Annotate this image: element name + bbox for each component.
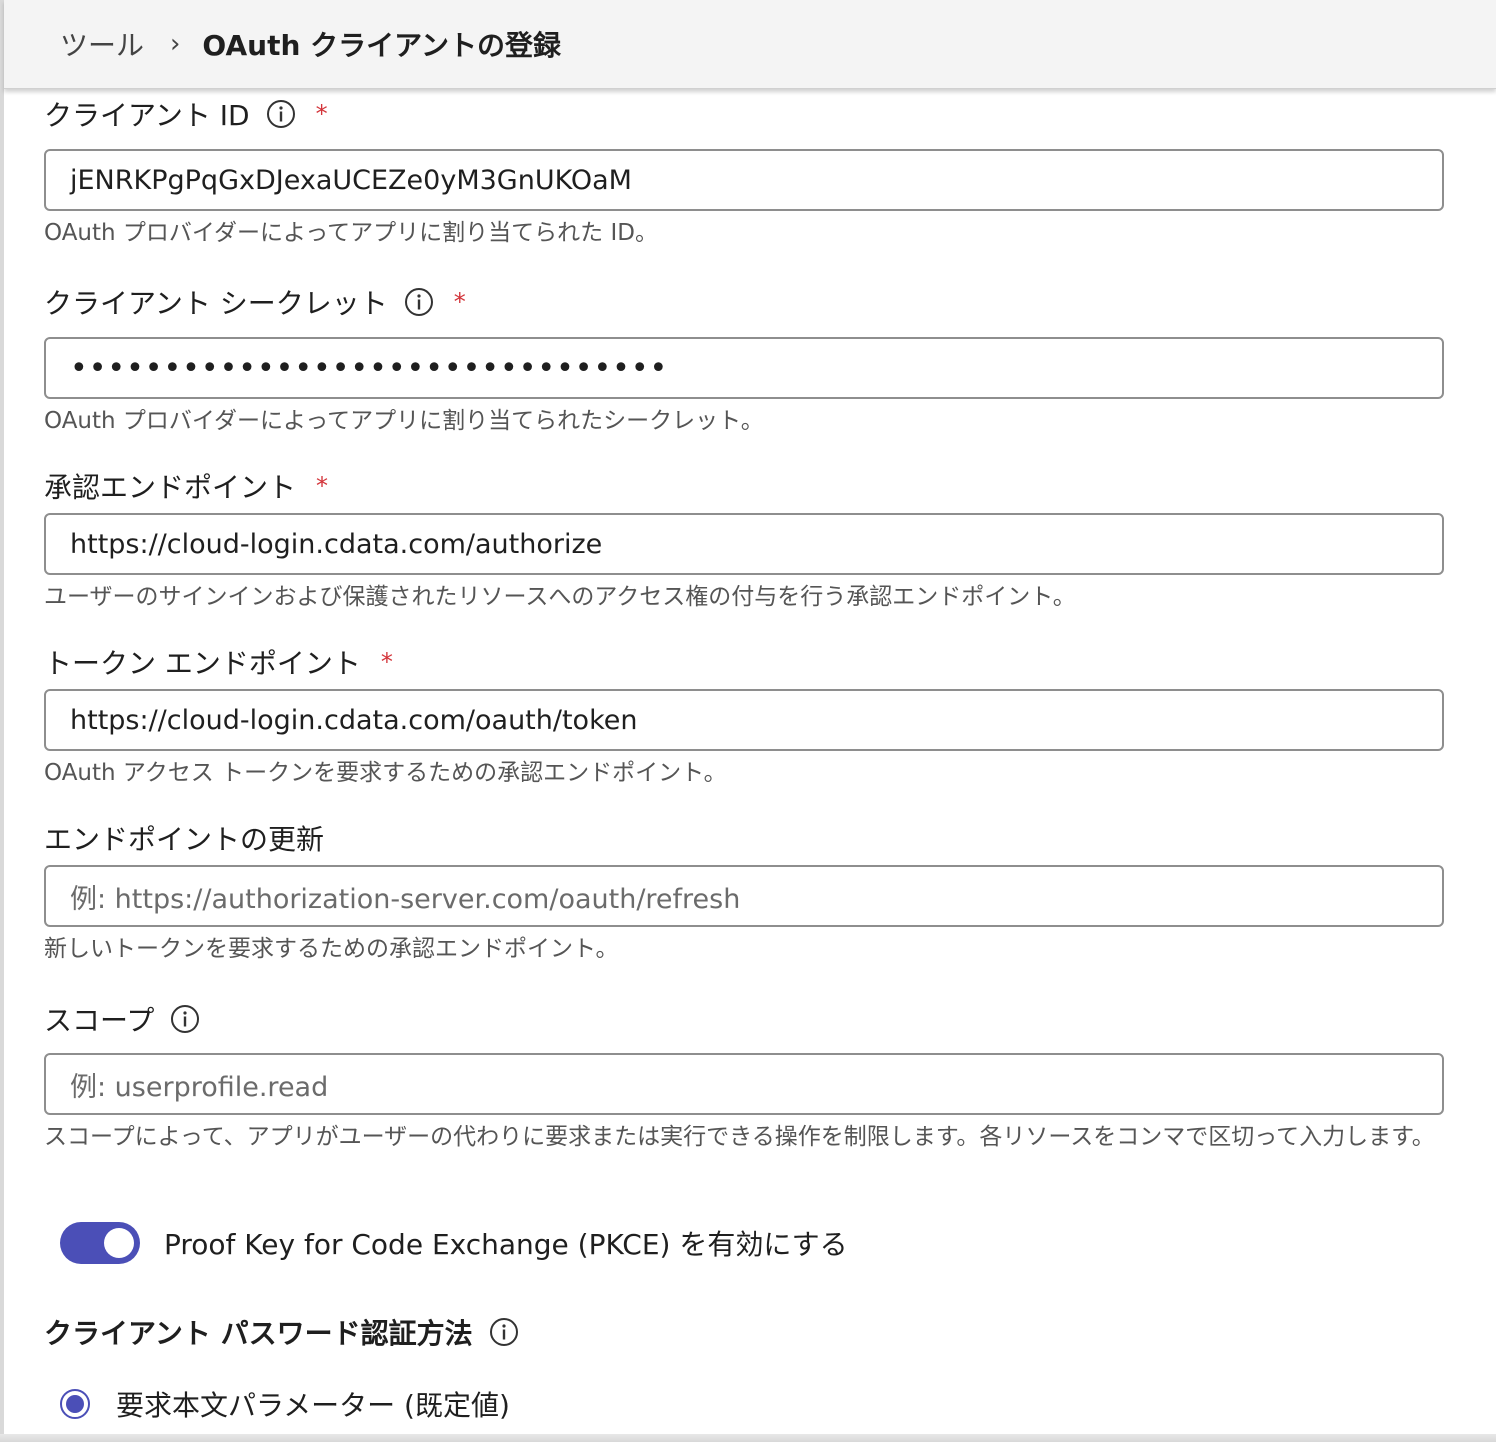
required-asterisk: * bbox=[453, 288, 466, 316]
required-asterisk: * bbox=[380, 648, 393, 676]
client-id-label: クライアント ID * bbox=[44, 94, 328, 134]
token-endpoint-help: OAuth アクセス トークンを要求するための承認エンドポイント。 bbox=[44, 760, 727, 786]
refresh-endpoint-label-text: エンドポイントの更新 bbox=[44, 823, 325, 856]
info-icon[interactable] bbox=[266, 99, 296, 129]
scope-label-text: スコープ bbox=[44, 1004, 155, 1037]
auth-endpoint-label: 承認エンドポイント * bbox=[44, 466, 328, 506]
client-secret-label-text: クライアント シークレット bbox=[44, 287, 388, 320]
pkce-toggle[interactable] bbox=[60, 1222, 140, 1264]
radio-button-selected[interactable] bbox=[60, 1389, 90, 1419]
auth-method-label: クライアント パスワード認証方法 bbox=[44, 1312, 519, 1352]
info-icon[interactable] bbox=[489, 1317, 519, 1347]
auth-endpoint-help: ユーザーのサインインおよび保護されたリソースへのアクセス権の付与を行う承認エンド… bbox=[44, 584, 1076, 610]
auth-method-option-label: 要求本文パラメーター (既定値) bbox=[116, 1389, 510, 1422]
client-id-label-text: クライアント ID bbox=[44, 99, 250, 132]
auth-endpoint-label-text: 承認エンドポイント bbox=[44, 471, 297, 504]
refresh-endpoint-help: 新しいトークンを要求するための承認エンドポイント。 bbox=[44, 936, 619, 962]
pkce-toggle-row: Proof Key for Code Exchange (PKCE) を有効にす… bbox=[60, 1222, 848, 1264]
info-icon[interactable] bbox=[404, 287, 434, 317]
chevron-right-icon: › bbox=[170, 29, 181, 59]
scope-input[interactable]: 例: userprofile.read bbox=[44, 1053, 1444, 1115]
token-endpoint-input[interactable]: https://cloud-login.cdata.com/oauth/toke… bbox=[44, 689, 1444, 751]
toggle-knob bbox=[104, 1228, 134, 1258]
breadcrumb: ツール › OAuth クライアントの登録 bbox=[4, 0, 1496, 89]
pkce-toggle-label: Proof Key for Code Exchange (PKCE) を有効にす… bbox=[164, 1228, 848, 1261]
client-secret-label: クライアント シークレット * bbox=[44, 282, 466, 322]
client-secret-input[interactable]: •••••••••••••••••••••••••••••••• bbox=[44, 337, 1444, 399]
client-id-help: OAuth プロバイダーによってアプリに割り当てられた ID。 bbox=[44, 220, 658, 246]
radio-dot bbox=[66, 1395, 84, 1413]
scroll-edge bbox=[0, 1434, 1496, 1442]
client-id-input[interactable]: jENRKPgPqGxDJexaUCEZe0yM3GnUKOaM bbox=[44, 149, 1444, 211]
refresh-endpoint-label: エンドポイントの更新 bbox=[44, 818, 324, 858]
scope-label: スコープ bbox=[44, 999, 200, 1039]
token-endpoint-label: トークン エンドポイント * bbox=[44, 642, 393, 682]
refresh-endpoint-input[interactable]: 例: https://authorization-server.com/oaut… bbox=[44, 865, 1444, 927]
required-asterisk: * bbox=[315, 100, 328, 128]
auth-method-option-body: 要求本文パラメーター (既定値) bbox=[60, 1384, 510, 1424]
page-title: OAuth クライアントの登録 bbox=[202, 29, 562, 62]
auth-method-label-text: クライアント パスワード認証方法 bbox=[44, 1317, 473, 1350]
required-asterisk: * bbox=[316, 472, 329, 500]
breadcrumb-tools-link[interactable]: ツール bbox=[60, 24, 144, 64]
scope-help: スコープによって、アプリがユーザーの代わりに要求または実行できる操作を制限します… bbox=[44, 1124, 1435, 1150]
client-secret-help: OAuth プロバイダーによってアプリに割り当てられたシークレット。 bbox=[44, 408, 764, 434]
info-icon[interactable] bbox=[170, 1004, 200, 1034]
token-endpoint-label-text: トークン エンドポイント bbox=[44, 647, 361, 680]
auth-endpoint-input[interactable]: https://cloud-login.cdata.com/authorize bbox=[44, 513, 1444, 575]
